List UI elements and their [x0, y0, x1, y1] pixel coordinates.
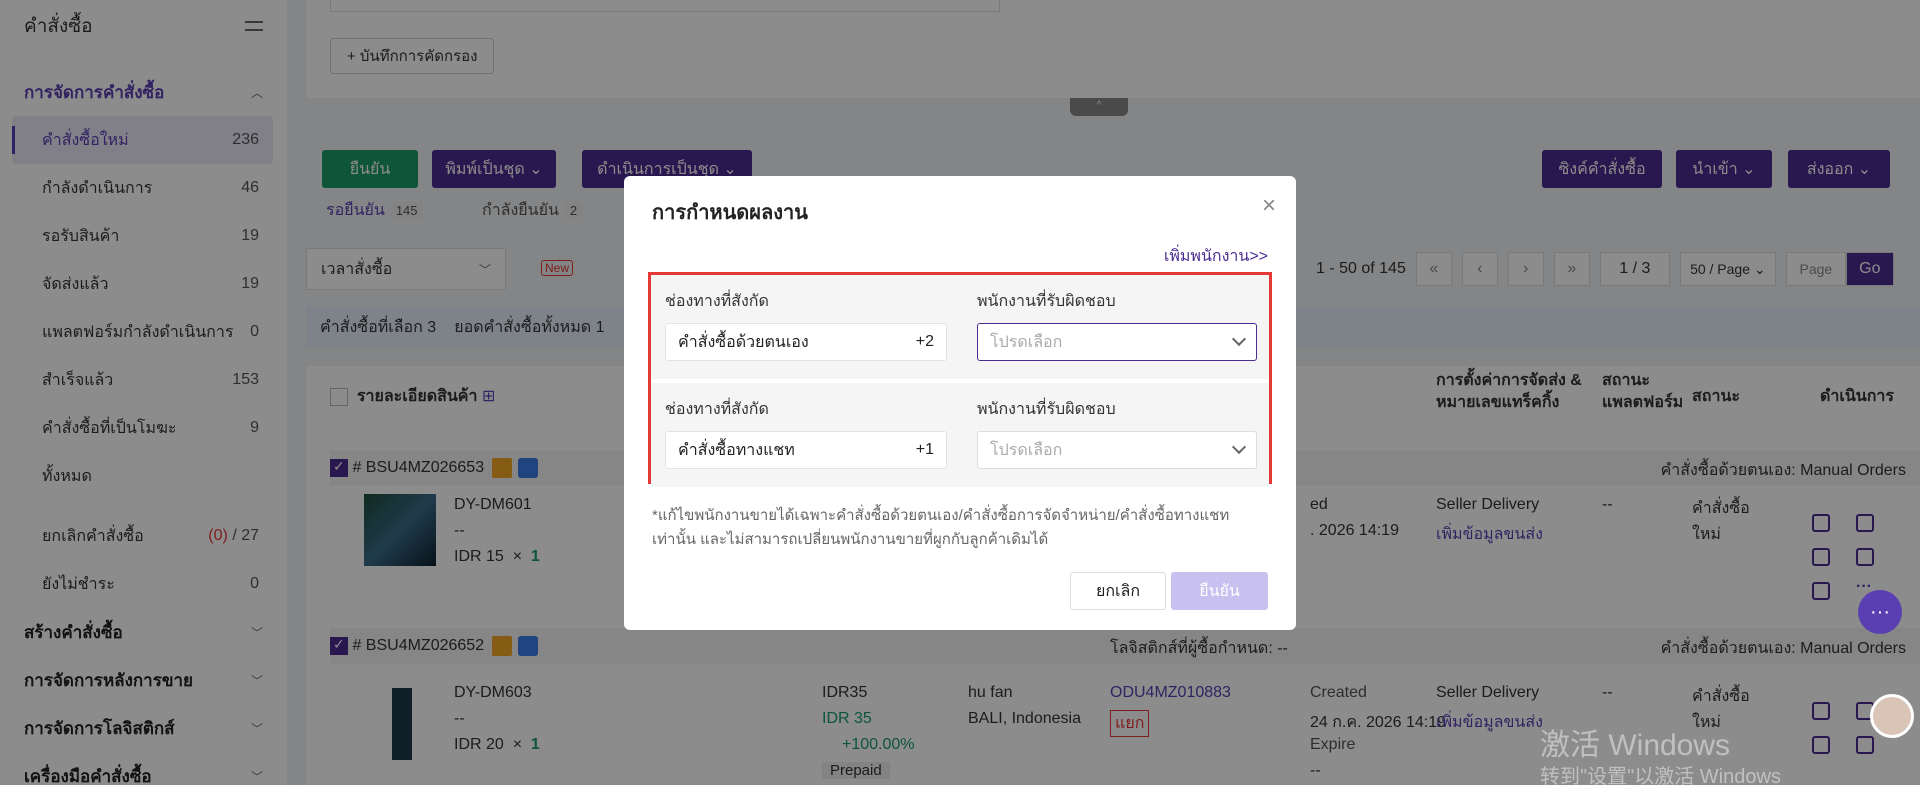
channel-extra-count[interactable]: +1: [916, 441, 934, 459]
assignment-row: ช่องทางที่สังกัด พนักงานที่รับผิดชอบ คำส…: [651, 383, 1269, 487]
close-icon[interactable]: ×: [1262, 194, 1276, 218]
staff-label: พนักงานที่รับผิดชอบ: [977, 401, 1116, 418]
staff-select-placeholder: โปรดเลือก: [990, 441, 1063, 459]
chevron-down-icon: [1231, 331, 1247, 347]
channel-field: คำสั่งซื้อด้วยตนเอง +2: [665, 323, 947, 361]
channel-extra-count[interactable]: +2: [916, 333, 934, 351]
windows-watermark-sub: 转到"设置"以激活 Windows: [1540, 766, 1781, 785]
dialog-note: *แก้ไขพนักงานขายได้เฉพาะคำสั่งซื้อด้วยตน…: [652, 507, 1230, 548]
cancel-button[interactable]: ยกเลิก: [1070, 572, 1166, 610]
staff-select[interactable]: โปรดเลือก: [977, 431, 1257, 469]
channel-field: คำสั่งซื้อทางแชท +1: [665, 431, 947, 469]
chevron-down-icon: [1231, 439, 1247, 455]
performance-assignment-dialog: การกำหนดผลงาน × เพิ่มพนักงาน>> ช่องทางที…: [624, 176, 1296, 630]
channel-label: ช่องทางที่สังกัด: [665, 401, 769, 418]
add-staff-link[interactable]: เพิ่มพนักงาน>>: [1164, 244, 1268, 269]
channel-value: คำสั่งซื้อทางแชท: [678, 441, 795, 459]
staff-select-placeholder: โปรดเลือก: [990, 333, 1063, 351]
channel-label: ช่องทางที่สังกัด: [665, 293, 769, 310]
channel-value: คำสั่งซื้อด้วยตนเอง: [678, 333, 809, 351]
chat-icon[interactable]: ···: [1858, 590, 1902, 634]
assignment-row: ช่องทางที่สังกัด พนักงานที่รับผิดชอบ คำส…: [651, 275, 1269, 379]
assignment-rows-highlight: ช่องทางที่สังกัด พนักงานที่รับผิดชอบ คำส…: [648, 272, 1272, 487]
staff-label: พนักงานที่รับผิดชอบ: [977, 293, 1116, 310]
confirm-button[interactable]: ยืนยัน: [1171, 572, 1268, 610]
staff-select[interactable]: โปรดเลือก: [977, 323, 1257, 361]
dialog-title: การกำหนดผลงาน: [652, 202, 808, 224]
windows-watermark: 激活 Windows: [1540, 729, 1731, 762]
avatar[interactable]: [1870, 694, 1914, 738]
